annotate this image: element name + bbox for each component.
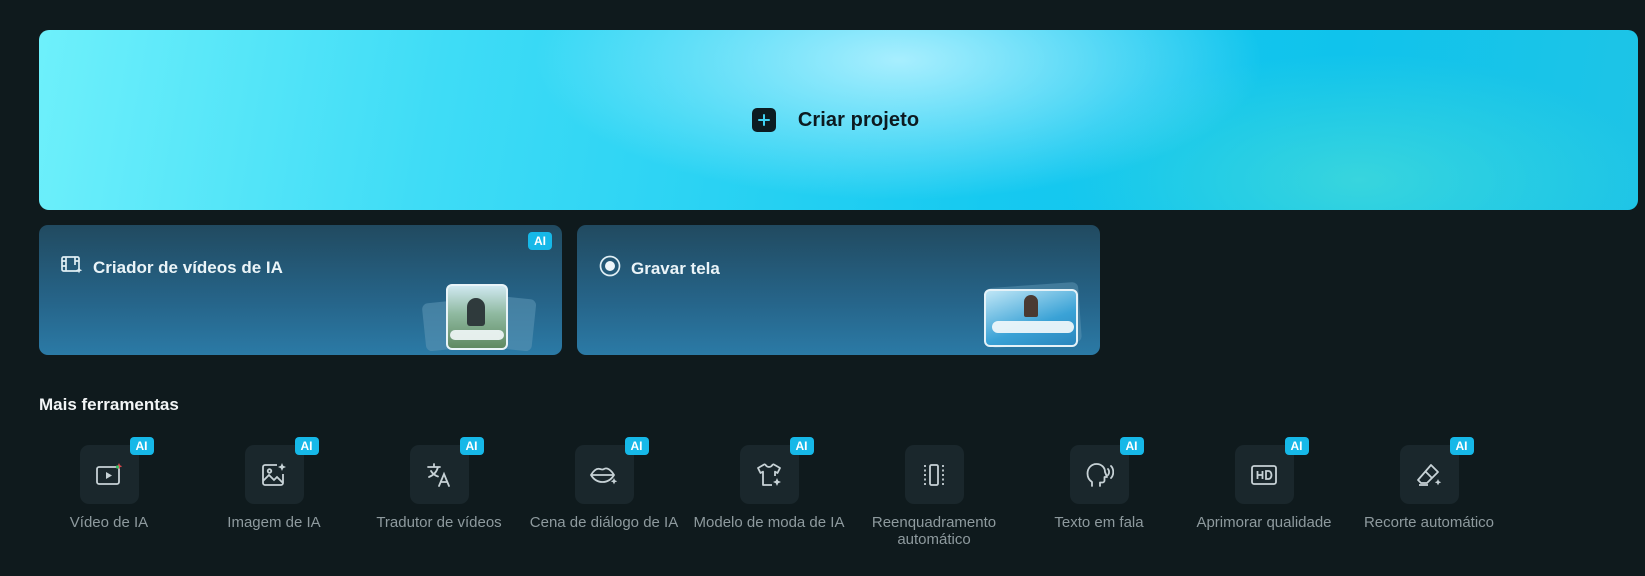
tool-ai-image[interactable]: AI Imagem de IA — [189, 437, 359, 531]
record-icon — [599, 255, 621, 282]
create-project-button[interactable]: Criar projeto — [39, 30, 1638, 210]
record-screen-thumbnail — [982, 281, 1087, 353]
tool-text-to-speech[interactable]: AI Texto em fala — [1014, 437, 1184, 531]
hd-icon: AI — [1234, 437, 1309, 504]
create-project-label: Criar projeto — [797, 108, 920, 131]
plus-icon — [751, 108, 776, 132]
record-screen-title: Gravar tela — [599, 255, 720, 282]
create-project-content: Criar projeto — [39, 30, 1638, 210]
ai-image-icon: AI — [244, 437, 319, 504]
tool-label: Aprimorar qualidade — [1196, 514, 1332, 531]
ai-video-creator-title: Criador de vídeos de IA — [61, 255, 283, 280]
tool-ai-fashion-model[interactable]: AI Modelo de moda de IA — [684, 437, 854, 531]
tool-label: Imagem de IA — [227, 514, 321, 531]
tool-auto-cutout[interactable]: AI Recorte automático — [1344, 437, 1514, 531]
ai-video-icon: AI — [79, 437, 154, 504]
ai-badge: AI — [528, 232, 552, 250]
ai-badge: AI — [459, 437, 484, 455]
record-screen-card[interactable]: Gravar tela — [577, 225, 1100, 355]
tool-label: Tradutor de vídeos — [376, 514, 502, 531]
tool-label: Reenquadramento automático — [871, 514, 997, 548]
more-tools-heading: Mais ferramentas — [39, 395, 179, 414]
record-screen-label: Gravar tela — [631, 258, 720, 278]
tool-video-translator[interactable]: AI Tradutor de vídeos — [354, 437, 524, 531]
tool-label: Cena de diálogo de IA — [529, 514, 679, 531]
shirt-sparkle-icon: AI — [739, 437, 814, 504]
ai-badge: AI — [1284, 437, 1309, 455]
ai-video-creator-label: Criador de vídeos de IA — [93, 257, 283, 277]
film-sparkle-icon — [61, 255, 83, 280]
ai-badge: AI — [1119, 437, 1144, 455]
ai-badge: AI — [789, 437, 814, 455]
tool-ai-video[interactable]: AI Vídeo de IA — [24, 437, 194, 531]
home-page: Criar projeto Criador de vídeos de IA AI — [0, 0, 1645, 576]
translate-icon: AI — [409, 437, 484, 504]
ai-badge: AI — [1449, 437, 1474, 455]
tool-auto-reframe[interactable]: Reenquadramento automático — [849, 445, 1019, 548]
tool-label: Recorte automático — [1363, 514, 1495, 531]
tool-enhance-quality[interactable]: AI Aprimorar qualidade — [1179, 437, 1349, 531]
tool-label: Texto em fala — [1054, 514, 1144, 531]
ai-badge: AI — [129, 437, 154, 455]
ai-video-creator-card[interactable]: Criador de vídeos de IA AI — [39, 225, 562, 355]
ai-badge: AI — [294, 437, 319, 455]
lips-sparkle-icon: AI — [574, 437, 649, 504]
ai-video-thumbnail — [421, 280, 542, 355]
speaking-head-icon: AI — [1069, 437, 1144, 504]
ai-badge: AI — [624, 437, 649, 455]
tool-label: Vídeo de IA — [69, 514, 149, 531]
tool-ai-dialogue-scene[interactable]: AI Cena de diálogo de IA — [519, 437, 689, 531]
tool-label: Modelo de moda de IA — [693, 514, 845, 531]
eraser-sparkle-icon: AI — [1399, 437, 1474, 504]
reframe-icon — [904, 445, 964, 504]
